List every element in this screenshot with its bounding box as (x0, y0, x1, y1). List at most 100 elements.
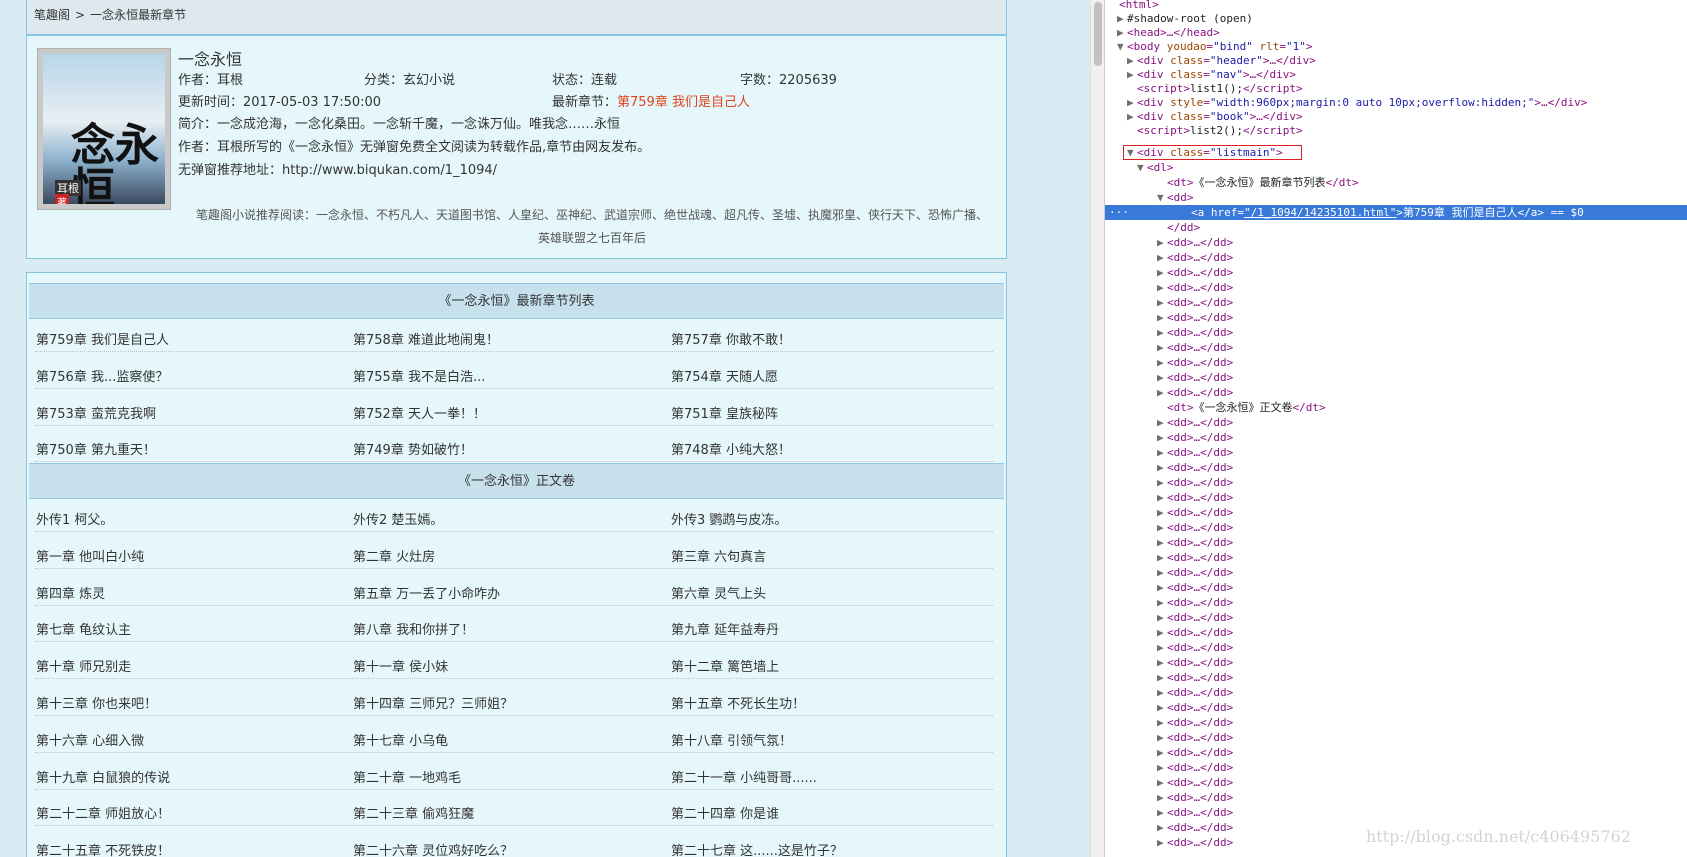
dom-node-dd-collapsed[interactable]: ▶ <dd>…</dd> (1157, 385, 1233, 400)
dom-node-dd-collapsed[interactable]: ▶ <dd>…</dd> (1157, 295, 1233, 310)
dom-node-dd-collapsed[interactable]: ▶ <dd>…</dd> (1157, 595, 1233, 610)
collapsed-arrow-icon[interactable]: ▶ (1157, 655, 1167, 670)
collapsed-arrow-icon[interactable]: ▶ (1157, 685, 1167, 700)
expanded-arrow-icon[interactable]: ▼ (1127, 145, 1137, 160)
chapter-link[interactable]: 第749章 势如破竹！ (353, 439, 473, 458)
dom-node-dd-collapsed[interactable]: ▶ <dd>…</dd> (1157, 685, 1233, 700)
chapter-link[interactable]: 第十四章 三师兄？三师姐？ (353, 693, 513, 712)
chapter-link[interactable]: 第二十三章 偷鸡狂魔 (353, 803, 474, 822)
chapter-link[interactable]: 第758章 难道此地闹鬼！ (353, 329, 499, 348)
collapsed-arrow-icon[interactable]: ▶ (1157, 565, 1167, 580)
collapsed-arrow-icon[interactable]: ▶ (1157, 310, 1167, 325)
chapter-link[interactable]: 第十八章 引领气氛！ (671, 730, 792, 749)
collapsed-arrow-icon[interactable]: ▶ (1157, 730, 1167, 745)
chapter-link[interactable]: 第754章 天随人愿 (671, 366, 778, 385)
dom-node-dd-expanded[interactable]: ▼ <dd> (1157, 190, 1194, 205)
chapter-link[interactable]: 第八章 我和你拼了！ (353, 619, 474, 638)
book-cover-image[interactable]: 念永恒 耳根 著 (37, 48, 171, 210)
chapter-link[interactable]: 第二十六章 灵位鸡好吃么？ (353, 840, 513, 857)
collapsed-arrow-icon[interactable]: ▶ (1157, 325, 1167, 340)
chapter-link[interactable]: 第753章 蛮荒克我啊 (36, 403, 156, 422)
collapsed-arrow-icon[interactable]: ▶ (1127, 67, 1137, 82)
collapsed-arrow-icon[interactable]: ▶ (1157, 520, 1167, 535)
chapter-link[interactable]: 第十二章 篱笆墙上 (671, 656, 779, 675)
chapter-link[interactable]: 第一章 他叫白小纯 (36, 546, 144, 565)
collapsed-arrow-icon[interactable]: ▶ (1157, 670, 1167, 685)
collapsed-arrow-icon[interactable]: ▶ (1157, 550, 1167, 565)
chapter-link[interactable]: 第十七章 小乌龟 (353, 730, 448, 749)
chapter-link[interactable]: 第750章 第九重天！ (36, 439, 156, 458)
chapter-link[interactable]: 第二十五章 不死铁皮！ (36, 840, 170, 857)
dom-node-dd-collapsed[interactable]: ▶ <dd>…</dd> (1157, 580, 1233, 595)
chapter-link[interactable]: 第四章 炼灵 (36, 583, 105, 602)
collapsed-arrow-icon[interactable]: ▶ (1157, 715, 1167, 730)
chapter-link[interactable]: 第751章 皇族秘阵 (671, 403, 778, 422)
expanded-arrow-icon[interactable]: ▼ (1157, 190, 1167, 205)
dom-node-div-header[interactable]: ▶ <div class="header">…</div> (1127, 53, 1316, 68)
collapsed-arrow-icon[interactable]: ▶ (1157, 445, 1167, 460)
collapsed-arrow-icon[interactable]: ▶ (1157, 430, 1167, 445)
dom-node-dd-collapsed[interactable]: ▶ <dd>…</dd> (1157, 790, 1233, 805)
dom-node-head[interactable]: ▶ <head>…</head> (1117, 25, 1220, 40)
chapter-link[interactable]: 第757章 你敢不敢！ (671, 329, 791, 348)
collapsed-arrow-icon[interactable]: ▶ (1157, 775, 1167, 790)
dom-node-div-style[interactable]: ▶ <div style="width:960px;margin:0 auto 1… (1127, 95, 1587, 110)
dom-node-dd-collapsed[interactable]: ▶ <dd>…</dd> (1157, 700, 1233, 715)
dom-node-div-nav[interactable]: ▶ <div class="nav">…</div> (1127, 67, 1296, 82)
dom-node-script-list2[interactable]: <script>list2();</script> (1137, 123, 1303, 138)
chapter-link[interactable]: 第十六章 心细入微 (36, 730, 144, 749)
collapsed-arrow-icon[interactable]: ▶ (1157, 535, 1167, 550)
chapter-link[interactable]: 第十五章 不死长生功！ (671, 693, 805, 712)
chapter-link[interactable]: 第二十七章 这......这是竹子？ (671, 840, 843, 857)
dom-node-dd-collapsed[interactable]: ▶ <dd>…</dd> (1157, 715, 1233, 730)
collapsed-arrow-icon[interactable]: ▶ (1157, 595, 1167, 610)
collapsed-arrow-icon[interactable]: ▶ (1157, 475, 1167, 490)
collapsed-arrow-icon[interactable]: ▶ (1117, 11, 1127, 26)
chapter-link[interactable]: 第759章 我们是自己人 (36, 329, 169, 348)
chapter-link[interactable]: 第十一章 侯小妹 (353, 656, 448, 675)
dom-node-dd-collapsed[interactable]: ▶ <dd>…</dd> (1157, 745, 1233, 760)
dom-node-dd-collapsed[interactable]: ▶ <dd>…</dd> (1157, 820, 1233, 835)
dom-node-a-selected[interactable]: ··· <a href="/1_1094/14235101.html">第759章… (1105, 205, 1687, 220)
dom-node-dd-collapsed[interactable]: ▶ <dd>…</dd> (1157, 730, 1233, 745)
collapsed-arrow-icon[interactable]: ▶ (1157, 760, 1167, 775)
chapter-link[interactable]: 外传2 楚玉嫣。 (353, 509, 443, 528)
chapter-link[interactable]: 第三章 六句真言 (671, 546, 766, 565)
dom-node-dd-collapsed[interactable]: ▶ <dd>…</dd> (1157, 340, 1233, 355)
collapsed-arrow-icon[interactable]: ▶ (1157, 280, 1167, 295)
collapsed-arrow-icon[interactable]: ▶ (1157, 805, 1167, 820)
collapsed-arrow-icon[interactable]: ▶ (1157, 460, 1167, 475)
dom-node-div-listmain[interactable]: ▼ <div class="listmain"> (1127, 145, 1283, 160)
chapter-link[interactable]: 外传3 鹦鹉与皮冻。 (671, 509, 787, 528)
chapter-link[interactable]: 第二十章 一地鸡毛 (353, 767, 461, 786)
scrollbar-thumb[interactable] (1094, 2, 1102, 66)
collapsed-arrow-icon[interactable]: ▶ (1157, 610, 1167, 625)
chapter-link[interactable]: 第九章 延年益寿丹 (671, 619, 779, 638)
dom-node-dd-collapsed[interactable]: ▶ <dd>…</dd> (1157, 445, 1233, 460)
collapsed-arrow-icon[interactable]: ▶ (1127, 95, 1137, 110)
dom-node-dt-main[interactable]: <dt>《一念永恒》正文卷</dt> (1167, 400, 1326, 415)
chapter-link[interactable]: 第二十二章 师姐放心！ (36, 803, 170, 822)
collapsed-arrow-icon[interactable]: ▶ (1157, 640, 1167, 655)
chapter-link[interactable]: 第十三章 你也来吧！ (36, 693, 157, 712)
collapsed-arrow-icon[interactable]: ▶ (1157, 265, 1167, 280)
dom-node-dd-collapsed[interactable]: ▶ <dd>…</dd> (1157, 670, 1233, 685)
collapsed-arrow-icon[interactable]: ▶ (1157, 580, 1167, 595)
collapsed-arrow-icon[interactable]: ▶ (1157, 355, 1167, 370)
collapsed-arrow-icon[interactable]: ▶ (1117, 25, 1127, 40)
chapter-link[interactable]: 第七章 龟纹认主 (36, 619, 131, 638)
dom-node-dd-collapsed[interactable]: ▶ <dd>…</dd> (1157, 760, 1233, 775)
dom-node-dd-collapsed[interactable]: ▶ <dd>…</dd> (1157, 415, 1233, 430)
collapsed-arrow-icon[interactable]: ▶ (1157, 235, 1167, 250)
chapter-link[interactable]: 第752章 天人一拳！！ (353, 403, 486, 422)
collapsed-arrow-icon[interactable]: ▶ (1157, 835, 1167, 850)
dom-node-dd-collapsed[interactable]: ▶ <dd>…</dd> (1157, 475, 1233, 490)
ellipsis-icon[interactable]: ··· (1105, 205, 1191, 220)
collapsed-arrow-icon[interactable]: ▶ (1127, 109, 1137, 124)
dom-node-dl[interactable]: ▼ <dl> (1137, 160, 1174, 175)
dom-node-div-book[interactable]: ▶ <div class="book">…</div> (1127, 109, 1303, 124)
dom-node-dd-collapsed[interactable]: ▶ <dd>…</dd> (1157, 565, 1233, 580)
dom-node-dd-collapsed[interactable]: ▶ <dd>…</dd> (1157, 550, 1233, 565)
chapter-link[interactable]: 第二章 火灶房 (353, 546, 435, 565)
dom-node-dd-collapsed[interactable]: ▶ <dd>…</dd> (1157, 250, 1233, 265)
